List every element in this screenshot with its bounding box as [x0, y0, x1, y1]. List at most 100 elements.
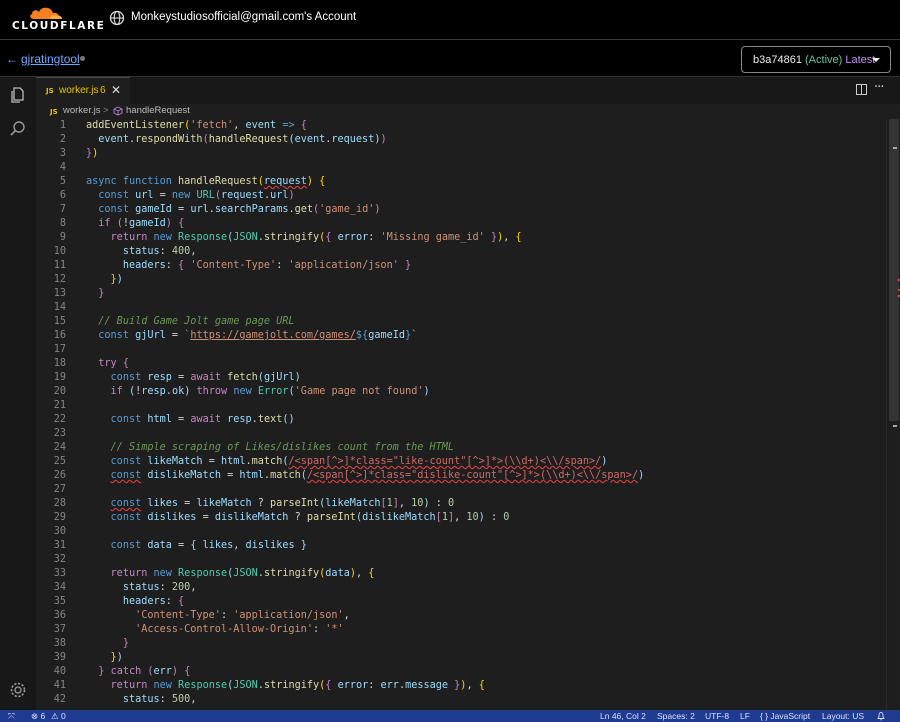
code-text: }) [86, 148, 99, 159]
cloudflare-logo[interactable]: CLOUDFLARE [12, 3, 104, 37]
code-line: 35 headers: { [36, 595, 886, 609]
code-line: 10 status: 400, [36, 245, 886, 259]
scrollbar-thumb[interactable] [889, 119, 899, 421]
activity-bar [0, 77, 36, 710]
scroll-marker [893, 425, 897, 427]
cursor-position[interactable]: Ln 46, Col 2 [600, 710, 646, 722]
line-number: 17 [53, 344, 66, 355]
code-text: return new Response(JSON.stringify({ err… [110, 680, 485, 691]
project-name[interactable]: gjratingtool [21, 52, 80, 66]
line-number: 35 [53, 596, 66, 607]
code-text: addEventListener('fetch', event => { [86, 120, 307, 131]
code-text: try { [98, 358, 129, 369]
code-text: headers: { [122, 596, 185, 607]
code-line: 39 }) [36, 651, 886, 665]
code-text: const likeMatch = html.match(/<span[^>]*… [110, 456, 608, 467]
code-text: const dislikes = dislikeMatch ? parseInt… [110, 512, 510, 523]
code-line: 16 const gjUrl = `https://gamejolt.com/g… [36, 329, 886, 343]
line-number: 7 [59, 204, 66, 215]
line-number: 33 [53, 568, 66, 579]
line-number: 14 [53, 302, 66, 313]
code-text: // Build Game Jolt game page URL [98, 316, 295, 327]
code-text: if (!gameId) { [98, 218, 185, 229]
code-text: headers: { 'Content-Type': 'application/… [122, 260, 412, 271]
code-line: 5 async function handleRequest(request) { [36, 175, 886, 189]
code-text: status: 400, [122, 246, 197, 257]
code-text: const resp = await fetch(gjUrl) [110, 372, 301, 383]
line-ending[interactable]: LF [740, 710, 750, 722]
line-number: 29 [53, 512, 66, 523]
back-link[interactable]: ← gjratingtool [6, 52, 80, 66]
code-text: } [98, 288, 105, 299]
code-line: 8 if (!gameId) { [36, 217, 886, 231]
language-mode[interactable]: { } JavaScript [760, 710, 810, 722]
code-line: 1 addEventListener('fetch', event => { [36, 119, 886, 133]
breadcrumb-separator: > [103, 105, 109, 116]
indentation[interactable]: Spaces: 2 [657, 710, 695, 722]
line-number: 36 [53, 610, 66, 621]
gear-icon[interactable] [8, 680, 28, 700]
files-icon[interactable] [8, 85, 28, 105]
version-tag: Latest [845, 54, 876, 66]
tab-filename: worker.js [59, 85, 99, 96]
encoding[interactable]: UTF-8 [705, 710, 729, 722]
code-text: async function handleRequest(request) { [86, 176, 326, 187]
line-number: 3 [59, 148, 66, 159]
code-text: return new Response(JSON.stringify({ err… [110, 232, 522, 243]
line-number: 1 [59, 120, 66, 131]
line-number: 23 [53, 428, 66, 439]
code-lines: 1 addEventListener('fetch', event => { 2 … [36, 119, 886, 707]
editor-scrollbar[interactable] [886, 119, 900, 710]
code-line: 40 } catch (err) { [36, 665, 886, 679]
code-line: 38 } [36, 637, 886, 651]
breadcrumb-file[interactable]: worker.js [63, 105, 100, 116]
code-line: 31 const data = { likes, dislikes } [36, 539, 886, 553]
code-text: } catch (err) { [98, 666, 191, 677]
code-line: 28 const likes = likeMatch ? parseInt(li… [36, 497, 886, 511]
code-line: 18 try { [36, 357, 886, 371]
search-icon[interactable] [8, 119, 28, 139]
code-line: 6 const url = new URL(request.url) [36, 189, 886, 203]
breadcrumb-symbol[interactable]: handleRequest [126, 105, 190, 116]
line-number: 18 [53, 358, 66, 369]
warnings-count[interactable]: ⚠ 0 [51, 710, 66, 722]
back-arrow-icon: ← [6, 52, 18, 66]
line-number: 25 [53, 456, 66, 467]
keyboard-layout[interactable]: Layout: US [822, 710, 864, 722]
code-text: const dislikeMatch = html.match(/<span[^… [110, 470, 645, 481]
line-number: 24 [53, 442, 66, 453]
code-line: 22 const html = await resp.text() [36, 413, 886, 427]
account-name[interactable]: Monkeystudiosofficial@gmail.com's Accoun… [131, 11, 356, 23]
line-number: 34 [53, 582, 66, 593]
line-number: 6 [59, 190, 66, 201]
line-number: 12 [53, 274, 66, 285]
line-number: 30 [53, 526, 66, 537]
line-number: 20 [53, 386, 66, 397]
tab-worker-js[interactable]: JS worker.js 6 ✕ [36, 77, 130, 104]
globe-icon [109, 10, 125, 26]
code-text: // Simple scraping of Likes/dislikes cou… [110, 442, 455, 453]
code-line: 26 const dislikeMatch = html.match(/<spa… [36, 469, 886, 483]
code-text: const gjUrl = `https://gamejolt.com/game… [98, 330, 418, 341]
line-number: 22 [53, 414, 66, 425]
code-line: 41 return new Response(JSON.stringify({ … [36, 679, 886, 693]
version-status: (Active) [805, 54, 843, 66]
more-actions-icon[interactable]: ··· [874, 80, 884, 95]
line-number: 26 [53, 470, 66, 481]
code-text: const data = { likes, dislikes } [110, 540, 307, 551]
errors-count[interactable]: ⊗ 6 [31, 710, 45, 722]
version-select[interactable]: b3a74861 (Active) Latest [741, 46, 891, 73]
js-file-icon: JS [50, 108, 58, 116]
code-text: 'Access-Control-Allow-Origin': '*' [135, 624, 344, 635]
line-number: 15 [53, 316, 66, 327]
bell-icon[interactable] [876, 711, 886, 721]
code-text: const url = new URL(request.url) [98, 190, 295, 201]
code-line: 2 event.respondWith(handleRequest(event.… [36, 133, 886, 147]
close-icon[interactable]: ✕ [111, 83, 121, 97]
code-editor[interactable]: 1 addEventListener('fetch', event => { 2 … [36, 119, 886, 710]
remote-icon[interactable]: ⤧ [8, 710, 15, 722]
code-text: 'Content-Type': 'application/json', [135, 610, 350, 621]
code-line: 11 headers: { 'Content-Type': 'applicati… [36, 259, 886, 273]
split-editor-icon[interactable] [856, 84, 867, 95]
code-line: 7 const gameId = url.searchParams.get('g… [36, 203, 886, 217]
